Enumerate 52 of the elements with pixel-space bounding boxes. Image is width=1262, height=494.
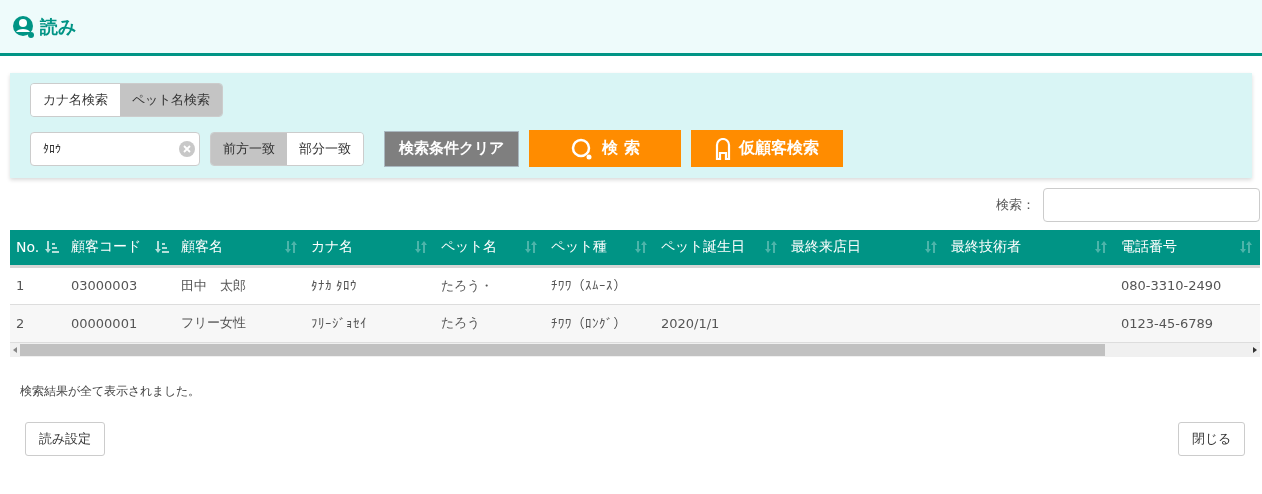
table-cell: ﾌﾘｰｼﾞｮｾｲ <box>305 304 435 342</box>
sort-icon <box>285 240 299 255</box>
name-input-field[interactable]: ﾀﾛｳ <box>30 131 200 166</box>
column-header[interactable]: 最終技術者 <box>945 230 1115 266</box>
sort-icon <box>635 240 649 255</box>
sort-icon <box>525 240 539 255</box>
search-mode-tab[interactable]: カナ名検索 <box>31 84 120 116</box>
column-header[interactable]: 顧客コード <box>65 230 175 266</box>
search-button[interactable]: 検 索 <box>529 130 681 167</box>
sort-icon <box>925 240 939 255</box>
settings-button[interactable]: 読み設定 <box>25 421 105 456</box>
table-cell: 080-3310-2490 <box>1115 266 1260 304</box>
table-cell: たろう・ <box>435 266 545 304</box>
table-cell: ﾀﾅｶ ﾀﾛｳ <box>305 266 435 304</box>
column-header[interactable]: No. <box>10 230 65 266</box>
table-cell: 2 <box>10 304 65 342</box>
table-cell: 0123-45-6789 <box>1115 304 1260 342</box>
sort-icon <box>1095 240 1109 255</box>
table-cell: ﾁﾜﾜ（ｽﾑｰｽ） <box>545 266 655 304</box>
table-search-label: 検索： <box>996 196 1035 214</box>
table-cell: 2020/1/1 <box>655 304 785 342</box>
sort-icon <box>415 240 429 255</box>
column-header[interactable]: カナ名 <box>305 230 435 266</box>
close-button[interactable]: 閉じる <box>1178 421 1245 456</box>
status-message: 検索結果が全て表示されました。 <box>20 382 201 400</box>
table-cell: 00000001 <box>65 304 175 342</box>
person-icon <box>715 137 731 160</box>
sort-descending-icon <box>155 240 169 255</box>
column-header[interactable]: 顧客名 <box>175 230 305 266</box>
table-search-field[interactable] <box>1043 188 1260 222</box>
column-header[interactable]: ペット誕生日 <box>655 230 785 266</box>
clear-icon[interactable] <box>179 140 195 157</box>
user-search-icon <box>12 14 36 39</box>
column-header[interactable]: 電話番号 <box>1115 230 1260 266</box>
table-cell: 田中 太郎 <box>175 266 305 304</box>
sort-descending-icon <box>45 240 59 255</box>
match-mode-toggle[interactable]: 前方一致 <box>211 132 287 165</box>
clear-conditions-button[interactable]: 検索条件クリア <box>384 130 519 167</box>
search-mode-tab[interactable]: ペット名検索 <box>120 84 222 116</box>
table-cell: フリー女性 <box>175 304 305 342</box>
match-mode-toggle[interactable]: 部分一致 <box>287 132 363 165</box>
table-cell: 03000003 <box>65 266 175 304</box>
sort-icon <box>1240 240 1254 255</box>
table-cell: ﾁﾜﾜ（ﾛﾝｸﾞ） <box>545 304 655 342</box>
sort-icon <box>765 240 779 255</box>
table-cell: 1 <box>10 266 65 304</box>
table-cell: たろう <box>435 304 545 342</box>
page-title: 読み <box>40 14 76 39</box>
column-header[interactable]: 最終来店日 <box>785 230 945 266</box>
column-header[interactable]: ペット名 <box>435 230 545 266</box>
column-header[interactable]: ペット種 <box>545 230 655 266</box>
temp-customer-search-button[interactable]: 仮顧客検索 <box>691 130 843 167</box>
